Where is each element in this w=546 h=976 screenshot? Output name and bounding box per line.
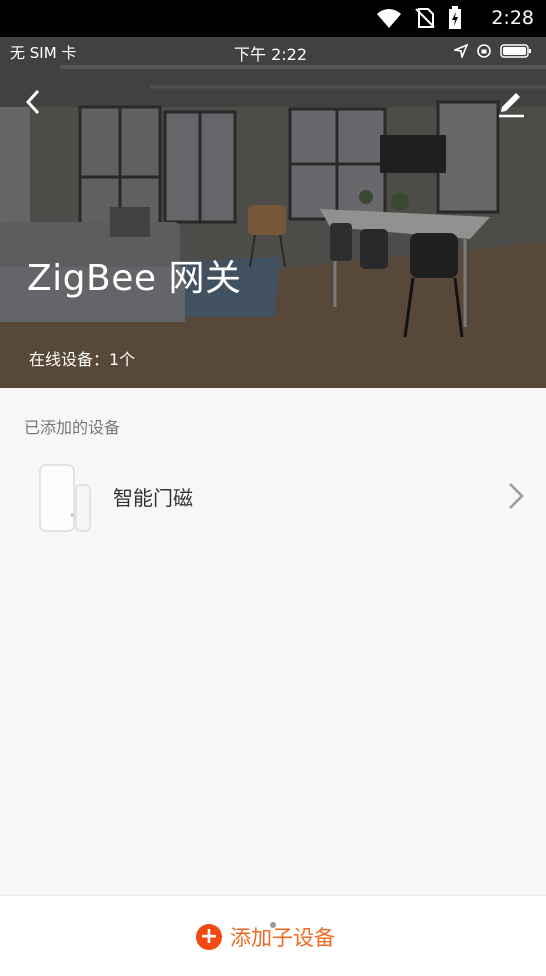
gateway-hero-banner: 无 SIM 卡 下午 2:22 ZigBee 网关 在线设备：1个 bbox=[0, 37, 546, 388]
add-subdevice-button[interactable]: + 添加子设备 bbox=[196, 922, 335, 952]
door-sensor-image bbox=[39, 464, 91, 532]
ios-clock: 下午 2:22 bbox=[234, 45, 308, 64]
ios-status-bar: 无 SIM 卡 下午 2:22 bbox=[0, 37, 546, 65]
added-devices-header: 已添加的设备 bbox=[24, 418, 121, 437]
online-devices-count: 在线设备：1个 bbox=[29, 350, 136, 369]
wifi-icon bbox=[377, 9, 401, 28]
pencil-icon bbox=[499, 93, 524, 118]
android-clock: 2:28 bbox=[491, 7, 534, 29]
battery-charging-icon bbox=[449, 6, 461, 29]
room-background-image bbox=[0, 37, 546, 388]
gateway-title: ZigBee 网关 bbox=[27, 258, 242, 299]
device-name: 智能门磁 bbox=[113, 486, 193, 510]
battery-icon bbox=[500, 44, 531, 58]
android-status-bar: 2:28 bbox=[0, 0, 546, 37]
carrier-label: 无 SIM 卡 bbox=[10, 44, 77, 62]
back-button[interactable] bbox=[18, 85, 52, 119]
location-icon bbox=[454, 44, 468, 58]
chevron-left-icon bbox=[25, 89, 40, 115]
add-subdevice-label: 添加子设备 bbox=[230, 926, 335, 950]
chevron-right-icon bbox=[509, 483, 524, 509]
ios-status-icons bbox=[454, 43, 532, 59]
edit-button[interactable] bbox=[494, 85, 528, 119]
bottom-action-bar: + 添加子设备 bbox=[0, 895, 546, 976]
no-sim-icon bbox=[415, 8, 435, 28]
system-icons bbox=[376, 6, 462, 30]
page-indicator-dot bbox=[270, 922, 276, 928]
plus-circle-icon: + bbox=[196, 924, 222, 950]
device-item[interactable]: 智能门磁 bbox=[0, 455, 546, 539]
rotation-lock-icon bbox=[477, 44, 491, 58]
